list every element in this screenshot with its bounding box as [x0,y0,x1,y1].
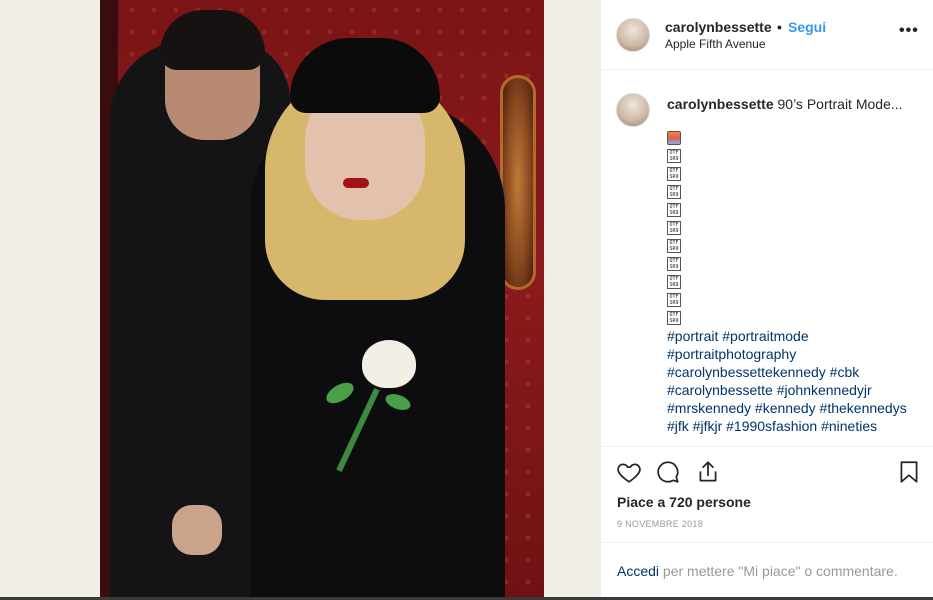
emoji-glyph: OTF SR9 [667,293,681,307]
post-location[interactable]: Apple Fifth Avenue [665,37,766,51]
comment-bubble-icon[interactable] [655,459,681,485]
emoji-column: OTF SR9 OTF SR9 OTF SR9 OTF SR9 OTF SR9 … [667,131,687,329]
emoji-glyph: OTF SR9 [667,221,681,235]
bookmark-icon[interactable] [896,459,922,485]
caption: carolynbessette 90’s Portrait Mode... [667,95,907,113]
door-handle [500,75,536,290]
post-side-panel: carolynbessette • Segui Apple Fifth Aven… [600,0,933,597]
avatar[interactable] [616,93,650,127]
emoji-glyph: OTF SR9 [667,185,681,199]
emoji-glyph: OTF SR9 [667,203,681,217]
login-prompt: Accedi per mettere "Mi piace" o commenta… [601,542,933,597]
post-date[interactable]: 9 NOVEMBRE 2018 [617,519,703,529]
instagram-post-page: carolynbessette • Segui Apple Fifth Aven… [0,0,933,600]
follow-button[interactable]: Segui [788,19,826,35]
post-actions: Piace a 720 persone 9 NOVEMBRE 2018 [601,446,933,542]
likes-count[interactable]: Piace a 720 persone [617,494,751,510]
emoji-glyph: OTF SR9 [667,149,681,163]
emoji-glyph: OTF SR9 [667,239,681,253]
man-hand [172,505,222,555]
post-photo[interactable] [100,0,544,600]
emoji-glyph: OTF SR9 [667,311,681,325]
login-text: per mettere "Mi piace" o commentare. [659,563,898,579]
emoji-glyph: OTF SR9 [667,275,681,289]
caption-username[interactable]: carolynbessette [667,96,774,112]
login-line: Accedi per mettere "Mi piace" o commenta… [617,563,898,579]
post-header: carolynbessette • Segui Apple Fifth Aven… [601,0,933,70]
login-link[interactable]: Accedi [617,563,659,579]
white-rose [362,340,416,388]
camera-flash-icon [667,131,681,145]
avatar[interactable] [616,18,650,52]
comments-section[interactable]: carolynbessette 90’s Portrait Mode... OT… [601,71,933,446]
man-hair [160,10,265,70]
more-options-button[interactable]: ••• [899,22,919,40]
separator-dot: • [777,19,782,35]
emoji-glyph: OTF SR9 [667,167,681,181]
emoji-glyph: OTF SR9 [667,257,681,271]
woman-lips [343,178,369,188]
heart-icon[interactable] [616,459,642,485]
photo-area [0,0,600,600]
post-username[interactable]: carolynbessette [665,19,772,35]
hashtags[interactable]: #portrait #portraitmode #portraitphotogr… [667,327,917,435]
caption-text: 90’s Portrait Mode... [777,96,903,112]
share-icon[interactable] [695,459,721,485]
